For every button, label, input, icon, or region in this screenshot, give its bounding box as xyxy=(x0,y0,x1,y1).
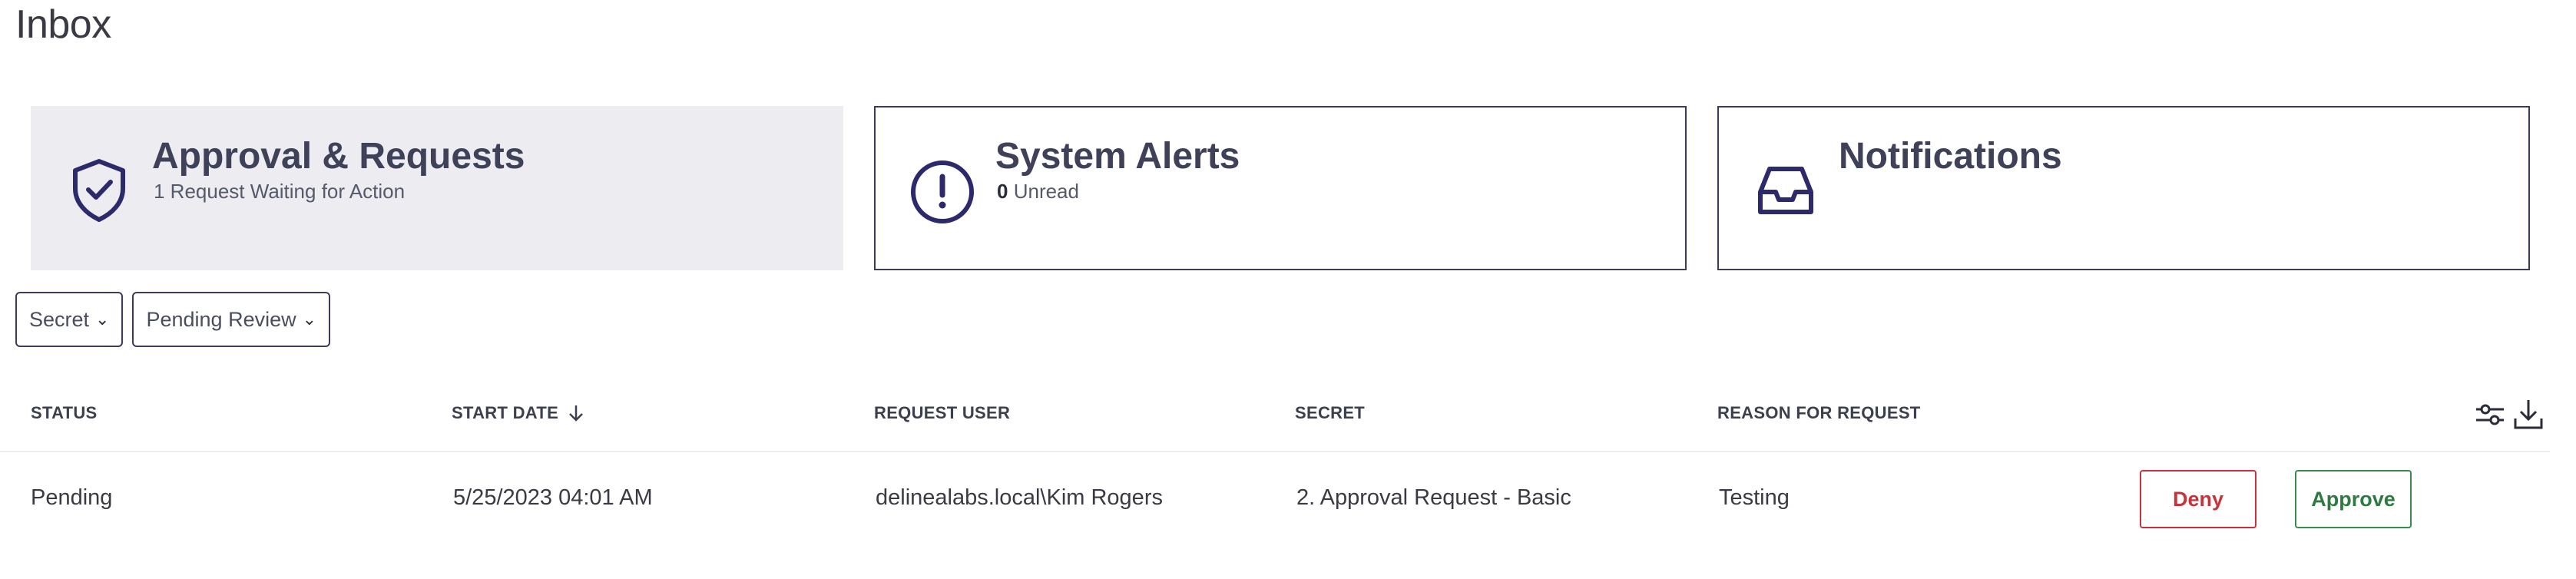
deny-button[interactable]: Deny xyxy=(2140,470,2256,528)
card-title: Notifications xyxy=(1839,136,2062,177)
status-dropdown[interactable]: Pending Review ⌄ xyxy=(132,292,331,347)
filter-bar: Secret ⌄ Pending Review ⌄ xyxy=(15,292,331,347)
chevron-down-icon: ⌄ xyxy=(95,309,110,329)
approve-button[interactable]: Approve xyxy=(2295,470,2412,528)
cell-request-user: delinealabs.local\Kim Rogers xyxy=(876,485,1163,510)
card-subtitle: 0 Unread xyxy=(997,180,1079,203)
table-header: STATUS START DATE REQUEST USER SECRET RE… xyxy=(0,395,2550,452)
card-subtitle: 1 Request Waiting for Action xyxy=(154,180,406,203)
table-row[interactable]: Pending 5/25/2023 04:01 AM delinealabs.l… xyxy=(0,461,2550,538)
chevron-down-icon: ⌄ xyxy=(302,309,317,329)
column-header-status[interactable]: STATUS xyxy=(31,403,98,423)
card-title: System Alerts xyxy=(995,136,1240,177)
inbox-tray-icon xyxy=(1750,154,1822,226)
dropdown-value: Secret xyxy=(29,307,90,331)
column-header-secret[interactable]: SECRET xyxy=(1295,403,1365,423)
sort-descending-icon xyxy=(569,405,583,422)
shield-check-icon xyxy=(63,154,135,226)
secret-type-dropdown[interactable]: Secret ⌄ xyxy=(15,292,124,347)
card-notifications[interactable]: Notifications xyxy=(1717,106,2530,270)
column-label: START DATE xyxy=(452,403,559,422)
page-title: Inbox xyxy=(15,2,111,47)
column-label: REASON FOR REQUEST xyxy=(1717,403,1921,422)
card-approval-requests[interactable]: Approval & Requests 1 Request Waiting fo… xyxy=(31,106,843,270)
cell-secret: 2. Approval Request - Basic xyxy=(1296,485,1571,510)
card-title: Approval & Requests xyxy=(152,136,525,177)
download-icon[interactable] xyxy=(2511,397,2545,431)
unread-label: Unread xyxy=(1013,180,1079,203)
card-system-alerts[interactable]: System Alerts 0 Unread xyxy=(874,106,1687,270)
alert-circle-icon xyxy=(906,154,978,226)
table-tools xyxy=(2473,397,2545,431)
column-header-start-date[interactable]: START DATE xyxy=(452,403,586,423)
column-label: REQUEST USER xyxy=(874,403,1011,422)
inbox-category-cards: Approval & Requests 1 Request Waiting fo… xyxy=(31,106,2530,270)
column-header-request-user[interactable]: REQUEST USER xyxy=(874,403,1010,423)
column-label: STATUS xyxy=(31,403,98,422)
column-settings-icon[interactable] xyxy=(2473,397,2507,431)
cell-status: Pending xyxy=(31,485,113,510)
unread-count: 0 xyxy=(997,180,1008,203)
cell-start-date: 5/25/2023 04:01 AM xyxy=(453,485,653,510)
dropdown-value: Pending Review xyxy=(146,307,296,331)
cell-reason: Testing xyxy=(1719,485,1790,510)
column-header-reason[interactable]: REASON FOR REQUEST xyxy=(1717,403,1921,423)
column-label: SECRET xyxy=(1295,403,1366,422)
